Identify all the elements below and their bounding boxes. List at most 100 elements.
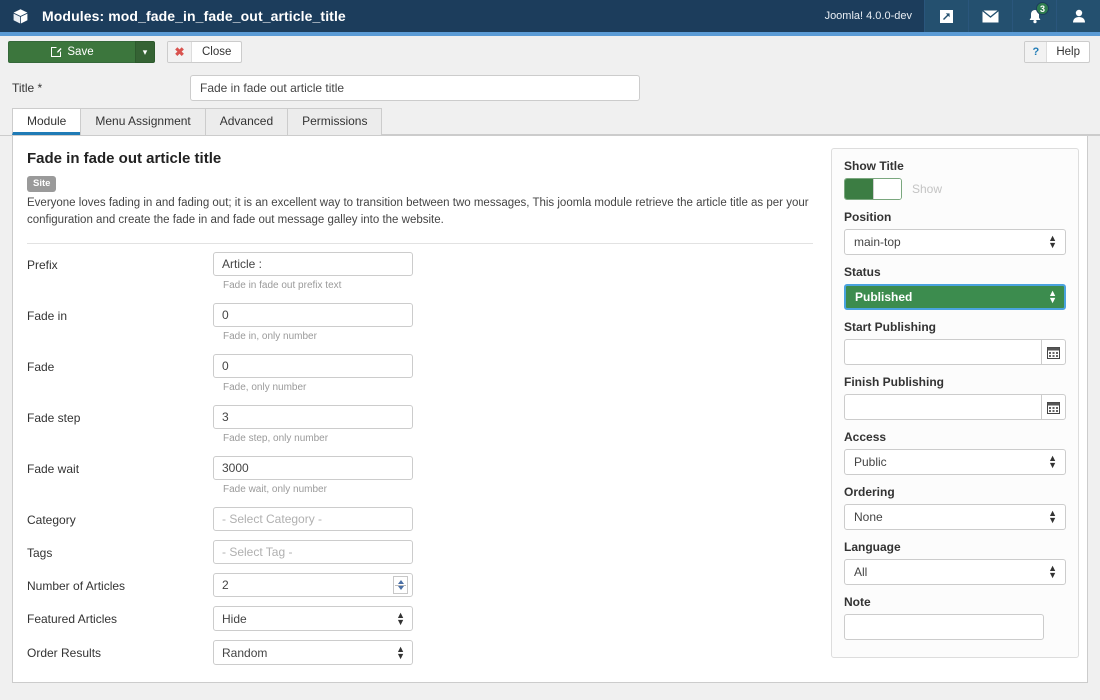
x-icon: ✖: [168, 42, 192, 62]
number-of-articles-control: [213, 573, 413, 597]
access-control: Public ▲ ▼: [844, 449, 1066, 475]
show-title-label: Show Title: [844, 159, 904, 173]
fade-input[interactable]: [213, 354, 413, 378]
access-label: Access: [844, 430, 887, 444]
language-select[interactable]: All: [844, 559, 1066, 585]
number-of-articles-label: Number of Articles: [27, 579, 126, 593]
category-control: [213, 507, 413, 531]
toolbar: Save ▾ ✖ Close ? Help: [0, 36, 1100, 68]
order-results-label: Order Results: [27, 646, 102, 660]
tags-label: Tags: [27, 546, 53, 560]
status-select[interactable]: Published: [844, 284, 1066, 310]
order-results-select[interactable]: Random: [213, 640, 413, 665]
calendar-icon[interactable]: [1041, 339, 1066, 365]
module-heading: Fade in fade out article title: [27, 150, 222, 167]
title-row: Title *: [0, 68, 1100, 108]
save-button[interactable]: Save: [8, 41, 135, 63]
featured-articles-select[interactable]: Hide: [213, 606, 413, 631]
show-title-toggle[interactable]: [844, 178, 902, 200]
field-row-featured-articles: Featured Articles Hide ▲ ▼: [27, 606, 809, 631]
preview-icon[interactable]: [924, 0, 968, 32]
tab-advanced[interactable]: Advanced: [204, 108, 289, 135]
status-control: Published ▲ ▼: [844, 284, 1066, 310]
status-label: Status: [844, 265, 881, 279]
close-button[interactable]: ✖ Close: [167, 41, 243, 63]
show-title-row: Show: [844, 178, 1066, 200]
start-publishing-label: Start Publishing: [844, 320, 937, 334]
show-title-state-label: Show: [912, 182, 943, 196]
tab-module[interactable]: Module: [12, 108, 82, 135]
number-of-articles-input[interactable]: [213, 573, 413, 597]
tab-menu-assignment[interactable]: Menu Assignment: [80, 108, 206, 135]
field-row-number-of-articles: Number of Articles: [27, 573, 809, 597]
content-panel: Fade in fade out article title Site Ever…: [12, 136, 1088, 683]
field-row-order-results: Order Results Random ▲ ▼: [27, 640, 809, 665]
save-dropdown-button[interactable]: ▾: [135, 41, 155, 63]
prefix-control: Fade in fade out prefix text: [213, 252, 413, 301]
title-label: Title *: [12, 81, 43, 95]
help-button-label: Help: [1056, 46, 1080, 58]
prefix-input[interactable]: [213, 252, 413, 276]
start-publishing-input[interactable]: [844, 339, 1042, 365]
fade-step-control: Fade step, only number: [213, 405, 413, 454]
position-select[interactable]: main-top: [844, 229, 1066, 255]
note-input[interactable]: [844, 614, 1044, 640]
field-row-category: Category: [27, 507, 809, 531]
field-row-tags: Tags: [27, 540, 809, 564]
mail-icon[interactable]: [968, 0, 1012, 32]
field-row-fade: Fade Fade, only number: [27, 354, 809, 403]
fade-wait-input[interactable]: [213, 456, 413, 480]
options-card: Show Title Show Position main-top ▲ ▼ Sta…: [831, 148, 1079, 658]
tags-input[interactable]: [213, 540, 413, 564]
tab-permissions[interactable]: Permissions: [287, 108, 383, 135]
access-select[interactable]: Public: [844, 449, 1066, 475]
category-input[interactable]: [213, 507, 413, 531]
title-input[interactable]: [190, 75, 640, 101]
top-header-bar: Modules: mod_fade_in_fade_out_article_ti…: [0, 0, 1100, 32]
caret-down-icon: ▾: [142, 46, 148, 57]
fade-step-hint: Fade step, only number: [223, 433, 329, 444]
fade-in-label: Fade in: [27, 309, 68, 323]
cube-icon[interactable]: [10, 6, 30, 26]
fade-in-input[interactable]: [213, 303, 413, 327]
calendar-icon[interactable]: [1041, 394, 1066, 420]
fade-in-control: Fade in, only number: [213, 303, 413, 352]
note-label: Note: [844, 595, 871, 609]
tags-control: [213, 540, 413, 564]
module-description: Everyone loves fading in and fading out;…: [27, 197, 809, 226]
ordering-select[interactable]: None: [844, 504, 1066, 530]
position-control: main-top ▲ ▼: [844, 229, 1066, 255]
position-label: Position: [844, 210, 892, 224]
number-stepper-icon[interactable]: [393, 576, 408, 594]
fade-hint: Fade, only number: [223, 382, 307, 393]
fade-label: Fade: [27, 360, 55, 374]
language-control: All ▲ ▼: [844, 559, 1066, 585]
fade-control: Fade, only number: [213, 354, 413, 403]
edit-pencil-icon: [50, 46, 62, 58]
site-badge: Site: [27, 176, 57, 192]
help-button[interactable]: ? Help: [1024, 41, 1090, 63]
field-row-fade-step: Fade step Fade step, only number: [27, 405, 809, 454]
question-icon: ?: [1025, 42, 1048, 62]
module-settings-column: Fade in fade out article title Site Ever…: [13, 136, 823, 682]
ordering-control: None ▲ ▼: [844, 504, 1066, 530]
fade-step-input[interactable]: [213, 405, 413, 429]
field-row-prefix: Prefix Fade in fade out prefix text: [27, 252, 809, 301]
tab-filler: [381, 134, 1100, 135]
toggle-on-segment: [845, 179, 873, 199]
finish-publishing-input[interactable]: [844, 394, 1042, 420]
module-options-column: Show Title Show Position main-top ▲ ▼ Sta…: [823, 136, 1087, 682]
toggle-knob: [872, 179, 901, 199]
fade-step-label: Fade step: [27, 411, 81, 425]
user-icon[interactable]: [1056, 0, 1100, 32]
header-left: Modules: mod_fade_in_fade_out_article_ti…: [0, 0, 813, 32]
field-row-fade-in: Fade in Fade in, only number: [27, 303, 809, 352]
bell-icon[interactable]: 3: [1012, 0, 1056, 32]
fade-in-hint: Fade in, only number: [223, 331, 317, 342]
divider: [27, 243, 813, 244]
fade-wait-hint: Fade wait, only number: [223, 484, 327, 495]
prefix-label: Prefix: [27, 258, 58, 272]
field-row-fade-wait: Fade wait Fade wait, only number: [27, 456, 809, 505]
category-label: Category: [27, 513, 76, 527]
finish-publishing-control: [844, 394, 1066, 420]
